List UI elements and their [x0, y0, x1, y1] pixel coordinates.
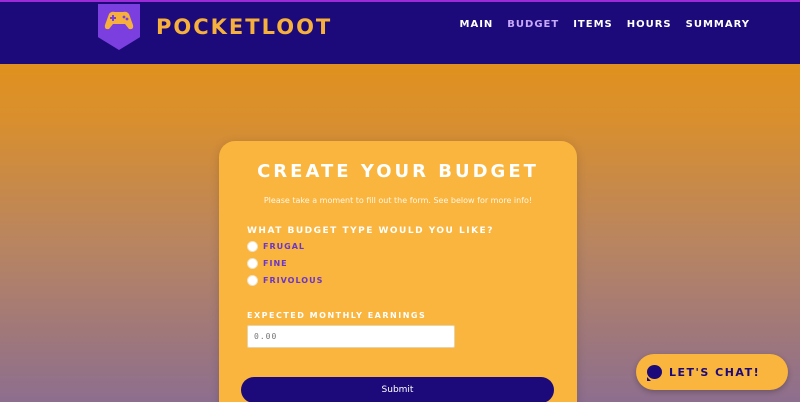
- chat-label: LET'S CHAT!: [669, 365, 761, 379]
- gamepad-icon: [104, 11, 134, 30]
- earnings-input[interactable]: [247, 325, 455, 348]
- option-label-frugal: FRUGAL: [263, 242, 305, 251]
- radio-frugal[interactable]: [247, 241, 258, 252]
- budget-option-fine[interactable]: FINE: [247, 258, 288, 269]
- nav-budget[interactable]: BUDGET: [507, 19, 559, 30]
- budget-form-card: CREATE YOUR BUDGET Please take a moment …: [219, 141, 577, 402]
- option-label-fine: FINE: [263, 259, 288, 268]
- brand-name[interactable]: POCKETLOOT: [156, 15, 332, 39]
- nav-items[interactable]: ITEMS: [573, 19, 613, 30]
- nav-summary[interactable]: SUMMARY: [686, 19, 750, 30]
- form-subtitle: Please take a moment to fill out the for…: [263, 196, 533, 205]
- earnings-label: EXPECTED MONTHLY EARNINGS: [247, 311, 427, 320]
- option-label-frivolous: FRIVOLOUS: [263, 276, 324, 285]
- chat-button[interactable]: LET'S CHAT!: [636, 354, 788, 390]
- budget-type-question: WHAT BUDGET TYPE WOULD YOU LIKE?: [247, 226, 494, 236]
- nav-hours[interactable]: HOURS: [627, 19, 672, 30]
- submit-button[interactable]: Submit: [241, 377, 554, 402]
- main-nav: MAIN BUDGET ITEMS HOURS SUMMARY: [460, 19, 750, 30]
- radio-frivolous[interactable]: [247, 275, 258, 286]
- radio-fine[interactable]: [247, 258, 258, 269]
- budget-option-frivolous[interactable]: FRIVOLOUS: [247, 275, 323, 286]
- form-title: CREATE YOUR BUDGET: [257, 161, 539, 182]
- budget-option-frugal[interactable]: FRUGAL: [247, 241, 305, 252]
- logo-badge[interactable]: [98, 4, 140, 50]
- top-navigation-bar: POCKETLOOT MAIN BUDGET ITEMS HOURS SUMMA…: [0, 0, 800, 64]
- nav-main[interactable]: MAIN: [460, 19, 494, 30]
- chat-bubble-icon: [647, 365, 662, 381]
